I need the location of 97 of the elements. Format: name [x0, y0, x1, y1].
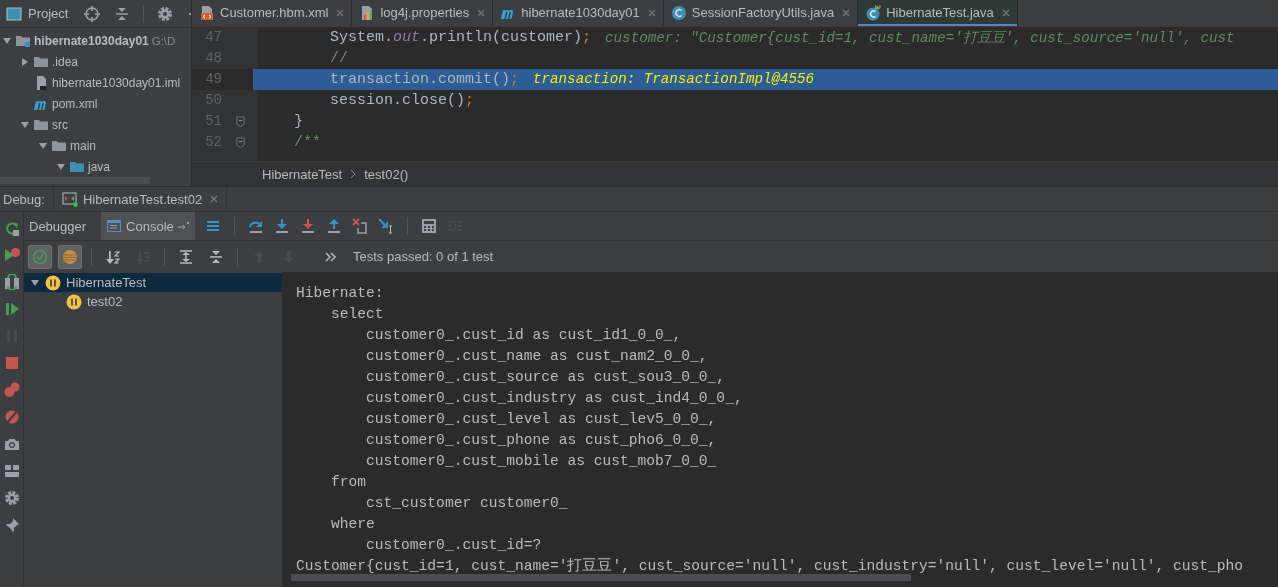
code-line: System.out.println(customer); [329, 28, 592, 46]
auto-test-icon[interactable] [3, 274, 20, 290]
console-line: customer0_.cust_industry as cust_ind4_0_0_, [365, 389, 744, 408]
console-line: customer0_.cust_phone as cust_pho6_0_0_, [365, 431, 718, 450]
drop-frame-icon[interactable] [351, 218, 368, 234]
settings-icon[interactable] [157, 5, 174, 22]
code-line: } [293, 112, 303, 130]
chevron-right-icon [350, 169, 357, 180]
paused-test-icon [66, 293, 82, 310]
debug-config-icon [61, 191, 78, 207]
close-icon[interactable] [842, 8, 851, 17]
settings-icon[interactable] [3, 490, 20, 506]
xml-file-icon [199, 4, 215, 21]
console-line: customer0_.cust_source as cust_sou3_0_0_, [365, 368, 727, 387]
expand-all-icon [178, 248, 194, 265]
console-line: select [330, 305, 385, 324]
rerun-icon[interactable] [3, 220, 20, 236]
console-line: customer0_.cust_id as cust_id1_0_0_, [365, 326, 683, 345]
fold-marker-icon[interactable] [234, 136, 246, 148]
project-view-selector[interactable]: Project [28, 6, 69, 21]
collapse-all-icon[interactable] [114, 5, 131, 22]
expand-arrow-icon[interactable] [38, 140, 48, 151]
expand-arrow-icon[interactable] [2, 35, 12, 46]
editor-tab[interactable]: Customer.hbm.xml [192, 0, 353, 26]
tree-item[interactable]: java [88, 159, 110, 174]
console-line: customer0_.cust_name as cust_nam2_0_0_, [365, 347, 709, 366]
tree-item[interactable]: pom.xml [52, 96, 98, 111]
mute-breakpoints-icon[interactable] [3, 409, 20, 425]
calculator-icon[interactable] [420, 218, 437, 234]
tree-item[interactable]: src [52, 117, 68, 132]
console-line: from [330, 473, 368, 492]
debug-tab[interactable]: Console [101, 212, 195, 240]
threads-icon[interactable] [204, 218, 221, 234]
rerun-failed-icon[interactable] [3, 247, 20, 263]
sort-icon [105, 248, 121, 265]
passed-filter-icon [32, 248, 48, 265]
console-line: customer0_.cust_level as cust_lev5_0_0_, [365, 410, 718, 429]
console-line: Customer{cust_id=1, cust_name='打豆豆', cust_source='null', cust_industry='null', cust_level='null', cust_pho [296, 557, 1245, 576]
code-line: transaction.commit(); [329, 70, 520, 88]
code-line: // [329, 49, 348, 67]
tree-item[interactable]: hibernate1030day01 [34, 33, 149, 48]
test-status: Tests passed: 0 of 1 test [353, 249, 494, 264]
class-icon [670, 4, 687, 21]
editor-tab[interactable]: hibernate1030day01 [493, 0, 664, 26]
layout-icon[interactable] [3, 463, 20, 479]
stop-icon[interactable] [3, 355, 20, 371]
collapse-all-icon [208, 248, 224, 265]
console-icon [106, 218, 123, 234]
code-line: session.close(); [329, 91, 475, 109]
breadcrumb[interactable]: test02() [364, 166, 409, 182]
step-out-icon[interactable] [325, 218, 342, 234]
tree-item[interactable]: main [70, 138, 96, 153]
run-to-cursor-icon[interactable] [377, 218, 394, 234]
ignored-filter-icon [62, 248, 78, 265]
close-icon[interactable] [647, 8, 656, 17]
scrollbar-thumb[interactable] [291, 574, 911, 581]
expand-arrow-icon[interactable] [20, 119, 30, 130]
expand-arrow-icon[interactable] [20, 56, 30, 67]
debug-label: Debug: [2, 191, 46, 207]
locate-icon[interactable] [84, 5, 101, 22]
console-line: customer0_.cust_id=? [365, 536, 543, 555]
debug-tab[interactable]: Debugger [24, 212, 92, 240]
fold-marker-icon[interactable] [234, 115, 246, 127]
breakpoints-icon[interactable] [3, 382, 20, 398]
debug-session-tab[interactable]: HibernateTest.test02 [52, 187, 228, 211]
inline-value-hint: transaction: TransactionImpl@4556 [533, 71, 815, 88]
close-icon[interactable] [336, 8, 345, 17]
module-path: G:\D [151, 34, 176, 47]
test-item[interactable]: test02 [87, 294, 123, 309]
force-step-into-icon[interactable] [299, 218, 316, 234]
project-view-icon [6, 5, 22, 22]
console-line: where [330, 515, 376, 534]
code-line: /** [293, 133, 321, 151]
resume-icon[interactable] [3, 301, 20, 317]
editor-tab[interactable]: log4j.properties [352, 0, 494, 26]
inline-value-hint: customer: "Customer{cust_id=1, cust_name='打豆豆', cust_source='null', cust [605, 28, 1235, 47]
toggle-button[interactable] [28, 244, 52, 269]
test-class-icon [865, 4, 882, 21]
console-line: Hibernate: [296, 284, 385, 303]
code-editor[interactable] [192, 26, 1278, 162]
toggle-button[interactable] [58, 244, 82, 269]
close-icon[interactable] [1001, 8, 1010, 17]
step-into-icon[interactable] [273, 218, 290, 234]
close-icon[interactable] [477, 8, 486, 17]
restore-layout-icon[interactable] [177, 222, 190, 230]
paused-test-icon [45, 274, 61, 291]
console-line: cst_customer customer0_ [365, 494, 569, 513]
console-line: customer0_.cust_mobile as cust_mob7_0_0_ [365, 452, 718, 471]
expand-arrow-icon[interactable] [30, 277, 40, 288]
tree-item[interactable]: .idea [52, 54, 79, 69]
breadcrumb[interactable]: HibernateTest [262, 166, 343, 182]
close-icon[interactable] [210, 195, 219, 203]
editor-tab[interactable]: HibernateTest.java [858, 0, 1018, 26]
expand-arrow-icon[interactable] [56, 161, 66, 172]
camera-icon[interactable] [3, 436, 20, 452]
tree-item[interactable]: hibernate1030day01.iml [52, 75, 181, 90]
line-number: 49 [204, 69, 222, 89]
